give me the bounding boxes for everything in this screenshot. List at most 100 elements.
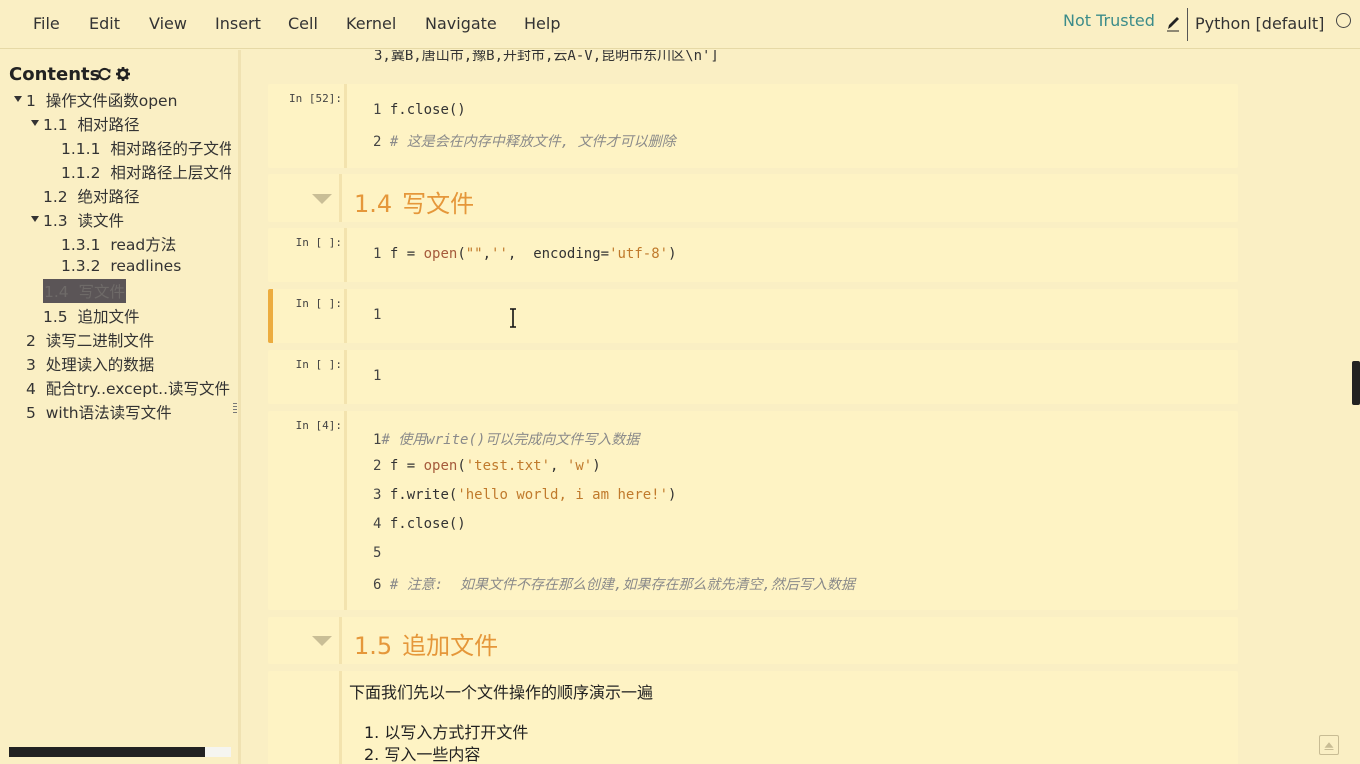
- toc-item-number: 1.3.1: [61, 236, 101, 254]
- line-number: 4: [373, 516, 382, 532]
- toc-item[interactable]: 1 操作文件函数open: [26, 89, 177, 111]
- cell-prompt: In [52]:: [289, 92, 342, 105]
- refresh-icon[interactable]: [97, 66, 112, 81]
- markdown-list-item: 2. 写入一些内容: [364, 745, 481, 764]
- code-line[interactable]: 2 f = open('test.txt', 'w'): [373, 458, 601, 474]
- collapse-heading-icon[interactable]: [312, 636, 332, 646]
- toc-item-label: 处理读入的数据: [45, 356, 155, 374]
- code-cell[interactable]: In [52]: 1 f.close() 2 # 这是会在内存中释放文件, 文件…: [268, 84, 1238, 168]
- collapse-heading-icon[interactable]: [312, 194, 332, 204]
- line-number: 3: [373, 487, 382, 503]
- code-line[interactable]: 1 f = open("",'', encoding='utf-8'): [373, 246, 677, 262]
- menu-edit[interactable]: Edit: [89, 14, 120, 33]
- code-cell[interactable]: In [ ]: 1 f = open("",'', encoding='utf-…: [268, 228, 1238, 282]
- toc-item[interactable]: 1.3.1 read方法: [61, 233, 176, 255]
- code-comment: # 这是会在内存中释放文件, 文件才可以删除: [389, 134, 676, 150]
- cell-prompt-divider: [339, 671, 342, 764]
- toc-item-label: 操作文件函数open: [45, 92, 178, 110]
- code-line[interactable]: 2 # 这是会在内存中释放文件, 文件才可以删除: [373, 131, 676, 151]
- toc-item-label: 读写二进制文件: [45, 332, 155, 350]
- code-line[interactable]: 6 # 注意: 如果文件不存在那么创建,如果存在那么就先清空,然后写入数据: [373, 574, 855, 594]
- markdown-heading-cell[interactable]: 1.4 写文件: [268, 174, 1238, 222]
- toc-horizontal-scrollbar[interactable]: [9, 747, 231, 757]
- toc-item[interactable]: 1.2 绝对路径: [43, 185, 140, 207]
- code-cell-selected[interactable]: In [ ]: 1: [268, 289, 1238, 343]
- gear-icon[interactable]: [116, 67, 130, 81]
- toc-item[interactable]: 1.3.2 readlines: [61, 257, 181, 275]
- toc-item[interactable]: 1.1 相对路径: [43, 113, 140, 135]
- cell-prompt-divider: [344, 289, 347, 343]
- toc-collapse-caret-icon[interactable]: [14, 96, 22, 102]
- toc-item-label: 写文件: [78, 283, 126, 301]
- markdown-list-item: 1. 以写入方式打开文件: [364, 723, 529, 742]
- toc-item-label: 读文件: [77, 212, 125, 230]
- toc-resize-handle[interactable]: [233, 403, 237, 415]
- markdown-cell[interactable]: 下面我们先以一个文件操作的顺序演示一遍 1. 以写入方式打开文件 2. 写入一些…: [268, 671, 1238, 764]
- toc-item[interactable]: 1.5 追加文件: [43, 305, 140, 327]
- toc-item[interactable]: 1.1.2 相对路径上层文件: [61, 161, 231, 183]
- cell-prompt-divider: [344, 84, 347, 168]
- notebook-area: 3,冀B,唐山市,豫B,开封市,云A-V,昆明市东川区\n'] In [52]:…: [244, 50, 1360, 764]
- cell-prompt-divider: [344, 411, 347, 610]
- toc-item-label: 追加文件: [77, 308, 140, 326]
- menu-file[interactable]: File: [33, 14, 60, 33]
- cell-prompt-divider: [344, 228, 347, 282]
- toc-item-number: 1.3.2: [61, 257, 101, 275]
- line-number: 2: [373, 134, 382, 150]
- markdown-heading-cell[interactable]: 1.5 追加文件: [268, 617, 1238, 664]
- code-text: f.close(): [389, 102, 466, 118]
- code-line[interactable]: 4 f.close(): [373, 516, 466, 532]
- toc-item-number: 1.4: [44, 283, 69, 301]
- toc-item-number: 1: [26, 92, 36, 110]
- toc-item-number: 5: [26, 404, 36, 422]
- notebook-scrollbar-thumb[interactable]: [1352, 361, 1360, 405]
- toc-item[interactable]: 1.3 读文件: [43, 209, 124, 231]
- code-line[interactable]: 5: [373, 545, 381, 561]
- toc-collapse-caret-icon[interactable]: [31, 216, 39, 222]
- pencil-icon[interactable]: [1165, 14, 1181, 32]
- toc-item[interactable]: 4 配合try..except..读写文件: [26, 377, 231, 399]
- menu-help[interactable]: Help: [524, 14, 560, 33]
- toc-item-active[interactable]: 1.4 写文件: [43, 279, 127, 303]
- code-comment: # 注意: 如果文件不存在那么创建,如果存在那么就先清空,然后写入数据: [389, 577, 855, 593]
- toc-item-number: 1.1.2: [61, 164, 101, 182]
- toc-item-label: readlines: [110, 257, 182, 275]
- cell-output-partial: 3,冀B,唐山市,豫B,开封市,云A-V,昆明市东川区\n']: [374, 50, 719, 64]
- scroll-to-top-icon[interactable]: [1319, 735, 1339, 755]
- menu-kernel[interactable]: Kernel: [346, 14, 396, 33]
- toc-sidebar: Contents 1 操作文件函数open 1.1 相对路径 1.1.1 相对路…: [0, 50, 241, 764]
- toc-scrollbar-thumb[interactable]: [9, 747, 205, 757]
- line-number: 1: [373, 102, 382, 118]
- line-number: 5: [373, 545, 382, 561]
- code-cell[interactable]: In [ ]: 1: [268, 350, 1238, 404]
- code-comment: # 使用write()可以完成向文件写入数据: [381, 432, 640, 448]
- toc-item-label: 绝对路径: [77, 188, 140, 206]
- toc-item-label: 相对路径上层文件: [110, 164, 231, 182]
- menubar: File Edit View Insert Cell Kernel Naviga…: [0, 0, 1360, 49]
- markdown-paragraph: 下面我们先以一个文件操作的顺序演示一遍: [349, 683, 654, 702]
- toc-item[interactable]: 3 处理读入的数据: [26, 353, 154, 375]
- toc-item[interactable]: 5 with语法读写文件: [26, 401, 172, 423]
- code-line[interactable]: 1 f.close(): [373, 102, 466, 118]
- kernel-name[interactable]: Python [default]: [1195, 14, 1324, 33]
- code-line[interactable]: 3 f.write('hello world, i am here!'): [373, 487, 676, 503]
- menu-insert[interactable]: Insert: [215, 14, 261, 33]
- toc-collapse-caret-icon[interactable]: [31, 120, 39, 126]
- menu-cell[interactable]: Cell: [288, 14, 318, 33]
- toc-item[interactable]: 2 读写二进制文件: [26, 329, 154, 351]
- toc-item-label: with语法读写文件: [45, 404, 172, 422]
- code-line[interactable]: 1# 使用write()可以完成向文件写入数据: [373, 429, 639, 449]
- code-text: f = open("",'', encoding='utf-8'): [389, 246, 677, 262]
- menu-navigate[interactable]: Navigate: [425, 14, 497, 33]
- code-line[interactable]: 1: [373, 368, 381, 384]
- toc-item[interactable]: 1.1.1 相对路径的子文件: [61, 137, 231, 159]
- code-cell[interactable]: In [4]: 1# 使用write()可以完成向文件写入数据 2 f = op…: [268, 411, 1238, 610]
- not-trusted-indicator[interactable]: Not Trusted: [1063, 11, 1155, 30]
- toc-item-number: 2: [26, 332, 36, 350]
- menu-view[interactable]: View: [149, 14, 187, 33]
- code-line[interactable]: 1: [373, 307, 381, 323]
- line-number: 1: [373, 246, 382, 262]
- toc-item-label: read方法: [110, 236, 177, 254]
- toc-item-number: 1.1.1: [61, 140, 101, 158]
- cell-prompt-divider: [339, 174, 342, 222]
